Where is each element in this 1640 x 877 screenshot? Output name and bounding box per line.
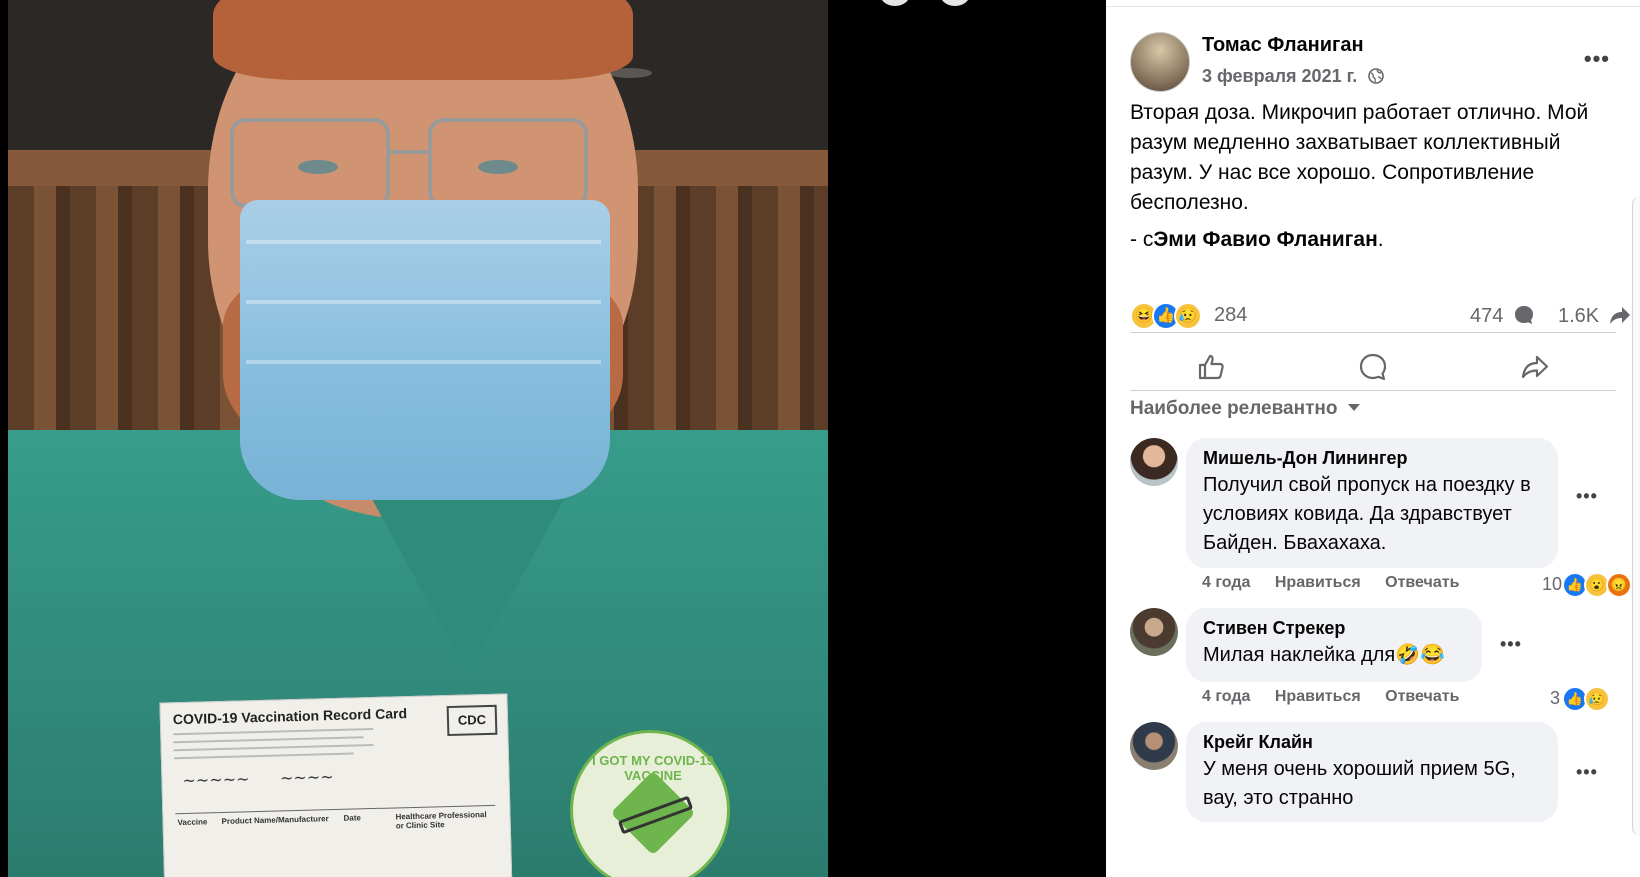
top-indicators	[880, 0, 1000, 6]
glasses-bridge	[388, 150, 430, 154]
post-action-bar	[1130, 345, 1616, 389]
comment-more-icon[interactable]: •••	[1576, 486, 1598, 507]
vaccination-card: COVID-19 Vaccination Record Card CDC ~~~…	[159, 693, 513, 877]
tagged-person[interactable]: Эми Фавио Фланиган	[1153, 228, 1377, 251]
divider	[1130, 390, 1616, 391]
card-table: Vaccine Product Name/Manufacturer Date H…	[175, 804, 498, 877]
sort-label: Наиболее релевантно	[1130, 398, 1338, 419]
more-options-icon[interactable]: •••	[1584, 46, 1610, 72]
post-side-panel: Томас Фланиган 3 февраля 2021 г. ••• Вто…	[1106, 0, 1640, 877]
card-col-header: Date	[343, 813, 361, 823]
comment-button[interactable]	[1292, 345, 1454, 389]
comment-icon	[1359, 353, 1387, 381]
angry-icon: 😠	[1606, 572, 1632, 598]
glasses-right-lens	[428, 118, 588, 208]
face-mask	[240, 200, 610, 500]
cdc-logo: CDC	[446, 704, 498, 737]
card-col-header: Product Name/Manufacturer	[221, 814, 329, 827]
commenter-name[interactable]: Стивен Стрекер	[1203, 618, 1466, 639]
comment: Мишель-Дон Линингер Получил свой пропуск…	[1130, 438, 1632, 604]
comment-count: 474	[1470, 305, 1504, 327]
tag-suffix: .	[1377, 228, 1384, 251]
post-stats: 😆 👍 😥 284 474 1.6K	[1130, 300, 1630, 334]
post-date[interactable]: 3 февраля 2021 г.	[1202, 66, 1357, 86]
commenter-avatar[interactable]	[1130, 722, 1178, 770]
comment-meta: 4 года Нравиться Отвечать	[1202, 688, 1479, 706]
reaction-count[interactable]: 284	[1214, 304, 1247, 327]
sad-icon: 😥	[1584, 686, 1610, 712]
glasses-left-lens	[230, 118, 390, 208]
sad-icon[interactable]: 😥	[1174, 302, 1202, 330]
photo-viewer: COVID-19 Vaccination Record Card CDC ~~~…	[0, 0, 1106, 877]
commenter-avatar[interactable]	[1130, 438, 1178, 486]
mask-pleat	[246, 240, 601, 244]
hair	[213, 0, 633, 80]
commenter-name[interactable]: Мишель-Дон Линингер	[1203, 448, 1542, 469]
post-header: Томас Фланиган 3 февраля 2021 г. •••	[1130, 32, 1610, 94]
author-name[interactable]: Томас Фланиган	[1202, 34, 1364, 57]
comment-text: Милая наклейка для🤣😂	[1203, 644, 1445, 666]
comment-sort-dropdown[interactable]: Наиболее релевантно	[1130, 398, 1360, 420]
comment: Крейг Клайн У меня очень хороший прием 5…	[1130, 722, 1630, 872]
card-handwriting: ~~~~~ ~~~~	[182, 767, 334, 791]
comment-like-link[interactable]: Нравиться	[1275, 688, 1361, 705]
commenter-avatar[interactable]	[1130, 608, 1178, 656]
comment-reply-link[interactable]: Отвечать	[1385, 688, 1459, 705]
post-date-row: 3 февраля 2021 г.	[1202, 66, 1385, 87]
tag-prefix: - с	[1130, 228, 1154, 251]
comment-more-icon[interactable]: •••	[1500, 634, 1522, 655]
share-count-row[interactable]: 1.6K	[1558, 304, 1631, 328]
comment-text: У меня очень хороший прием 5G, вау, это …	[1203, 758, 1516, 809]
comment-reaction-count: 10	[1542, 574, 1563, 594]
comment-count-row[interactable]: 474	[1470, 304, 1535, 328]
author-avatar[interactable]	[1130, 32, 1190, 92]
card-col-header: Healthcare Professional or Clinic Site	[395, 810, 487, 831]
comment-bubble: Крейг Клайн У меня очень хороший прием 5…	[1186, 722, 1558, 822]
thumbs-up-icon	[1198, 354, 1224, 380]
comment-reply-link[interactable]: Отвечать	[1385, 574, 1459, 591]
commenter-name[interactable]: Крейг Клайн	[1203, 732, 1542, 753]
caret-down-icon	[1347, 404, 1360, 411]
comment-reactions[interactable]: 3 👍 😥	[1550, 684, 1620, 712]
globe-icon	[1368, 68, 1385, 84]
comment-more-icon[interactable]: •••	[1576, 762, 1598, 783]
panel-divider	[1106, 6, 1640, 7]
vaccine-sticker: I GOT MY COVID-19 VACCINE	[570, 730, 730, 877]
share-icon	[1521, 355, 1549, 379]
comment-time[interactable]: 4 года	[1202, 574, 1250, 591]
mask-pleat	[246, 300, 601, 304]
post-text: Вторая доза. Микрочип работает отлично. …	[1130, 101, 1589, 214]
scrollbar[interactable]	[1632, 196, 1640, 836]
facebook-photo-viewer: COVID-19 Vaccination Record Card CDC ~~~…	[0, 0, 1640, 877]
mask-pleat	[246, 360, 601, 364]
share-button[interactable]	[1454, 345, 1616, 389]
comment-reactions[interactable]: 10 👍 😮 😠	[1542, 570, 1632, 598]
card-col-header: Vaccine	[177, 817, 208, 828]
comment-bubble-icon	[1514, 306, 1533, 324]
comment-bubble: Мишель-Дон Линингер Получил свой пропуск…	[1186, 438, 1558, 568]
tagged-line: - сЭми Фавио Фланиган.	[1130, 228, 1384, 252]
comment-reaction-count: 3	[1550, 688, 1561, 708]
comment: Стивен Стрекер Милая наклейка для🤣😂 ••• …	[1130, 608, 1630, 718]
post-photo[interactable]: COVID-19 Vaccination Record Card CDC ~~~…	[8, 0, 828, 877]
divider	[1130, 332, 1616, 333]
comment-time[interactable]: 4 года	[1202, 688, 1250, 705]
comment-meta: 4 года Нравиться Отвечать	[1202, 574, 1479, 592]
comment-bubble: Стивен Стрекер Милая наклейка для🤣😂	[1186, 608, 1482, 682]
share-arrow-icon	[1609, 307, 1630, 324]
comment-text: Получил свой пропуск на поездку в услови…	[1203, 474, 1531, 554]
share-count: 1.6K	[1558, 305, 1600, 327]
comment-like-link[interactable]: Нравиться	[1275, 574, 1361, 591]
like-button[interactable]	[1130, 345, 1292, 389]
